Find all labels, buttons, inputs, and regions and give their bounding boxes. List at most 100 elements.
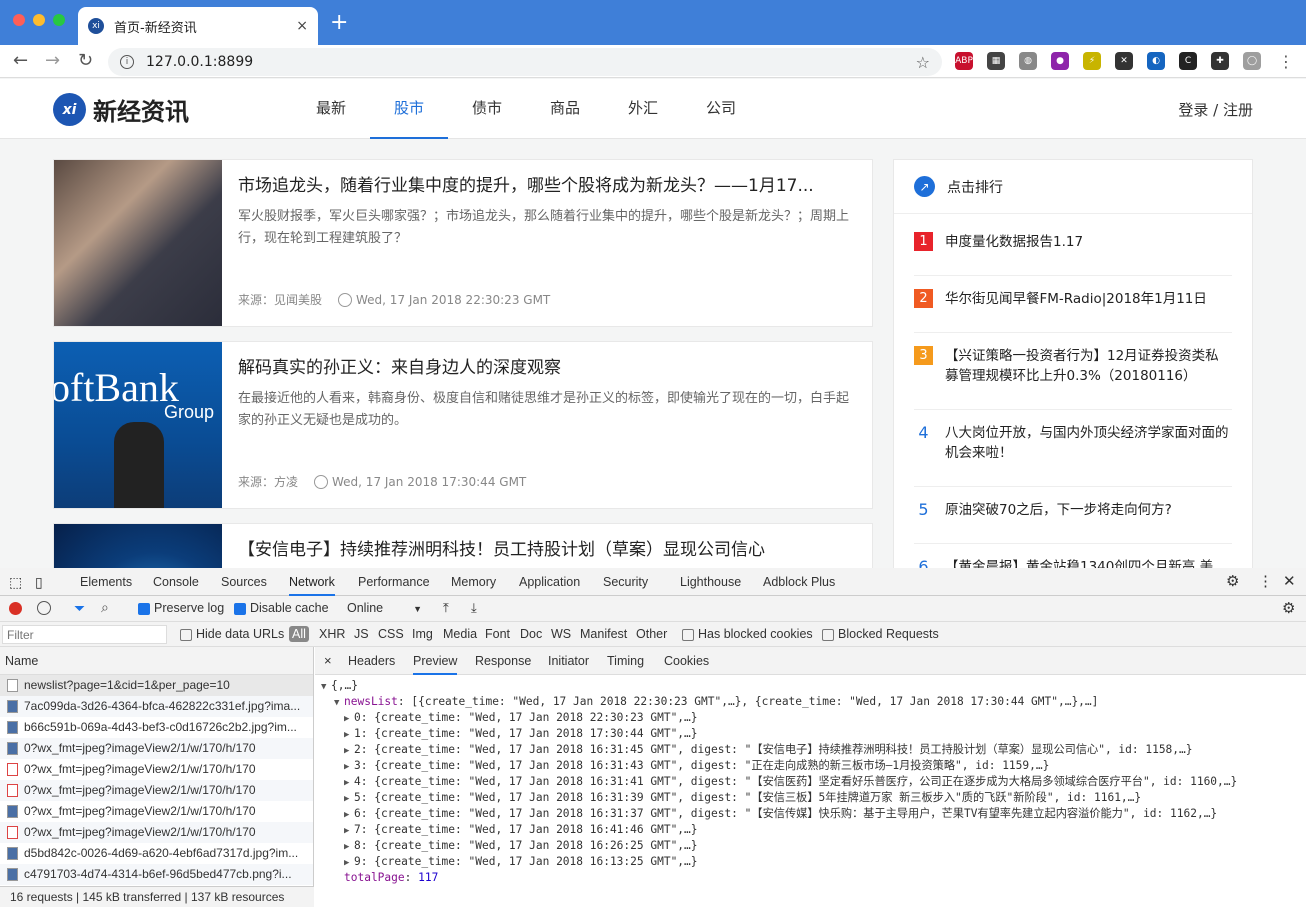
has-blocked-cookies-checkbox[interactable]: Has blocked cookies — [682, 627, 813, 641]
device-toolbar-icon[interactable]: ▯ — [35, 568, 43, 596]
tab-console[interactable]: Console — [153, 568, 199, 596]
close-devtools-icon[interactable]: ✕ — [1283, 568, 1296, 596]
clear-icon[interactable] — [37, 601, 51, 615]
name-column-header[interactable]: Name — [0, 647, 313, 675]
search-icon[interactable]: ⌕ — [101, 599, 109, 616]
url-text[interactable]: 127.0.0.1:8899 — [146, 54, 916, 70]
json-array-item[interactable]: ▶ 1: {create_time: "Wed, 17 Jan 2018 17:3… — [315, 726, 1306, 742]
adblock-icon[interactable]: ABP — [955, 52, 973, 70]
expand-triangle-icon[interactable]: ▶ — [344, 855, 354, 871]
site-info-icon[interactable]: i — [120, 55, 134, 69]
json-root[interactable]: ▼ {,…} — [315, 678, 1306, 694]
type-filter-js[interactable]: JS — [354, 627, 369, 641]
ranking-item[interactable]: 6 【黄金晨报】黄金站稳1340创四个月新高 美 — [914, 557, 1232, 568]
nav-item-commodities[interactable]: 商品 — [526, 79, 604, 139]
record-icon[interactable] — [9, 602, 22, 615]
rank-text[interactable]: 申度量化数据报告1.17 — [945, 232, 1083, 275]
settings-gear-icon[interactable]: ⚙ — [1226, 568, 1239, 596]
rank-text[interactable]: 【兴证策略一投资者行为】12月证券投资类私募管理规模环比上升0.3%（20180… — [945, 346, 1232, 409]
minimize-window-button[interactable] — [33, 14, 45, 26]
translate-icon[interactable]: ◐ — [1147, 52, 1165, 70]
request-row[interactable]: 0?wx_fmt=jpeg?imageView2/1/w/170/h/170 — [0, 759, 313, 780]
more-options-icon[interactable]: ⋮ — [1258, 568, 1273, 596]
json-array-item[interactable]: ▶ 9: {create_time: "Wed, 17 Jan 2018 16:1… — [315, 854, 1306, 870]
expand-triangle-icon[interactable]: ▶ — [344, 759, 354, 775]
inspect-element-icon[interactable]: ⬚ — [9, 568, 22, 596]
rank-text[interactable]: 华尔街见闻早餐FM-Radio|2018年1月11日 — [945, 289, 1207, 332]
detail-tab-headers[interactable]: Headers — [348, 647, 395, 675]
extension-purple-icon[interactable]: ● — [1051, 52, 1069, 70]
detail-tab-cookies[interactable]: Cookies — [664, 647, 709, 675]
bolt-icon[interactable]: ⚡ — [1083, 52, 1101, 70]
export-har-icon[interactable]: ⤓ — [471, 600, 477, 616]
tab-lighthouse[interactable]: Lighthouse — [680, 568, 741, 596]
tab-application[interactable]: Application — [519, 568, 580, 596]
address-bar[interactable]: i 127.0.0.1:8899 ☆ — [108, 48, 942, 76]
browser-tab[interactable]: xi 首页-新经资讯 × — [78, 7, 318, 45]
detail-tab-response[interactable]: Response — [475, 647, 531, 675]
detail-tab-timing[interactable]: Timing — [607, 647, 644, 675]
news-item[interactable]: 【安信电子】持续推荐洲明科技！员工持股计划（草案）显现公司信心 — [53, 523, 873, 568]
tab-elements[interactable]: Elements — [80, 568, 132, 596]
nav-item-companies[interactable]: 公司 — [682, 79, 760, 139]
close-detail-icon[interactable]: × — [324, 647, 332, 675]
x-extension-icon[interactable]: ✕ — [1115, 52, 1133, 70]
tab-network[interactable]: Network — [289, 568, 335, 596]
type-filter-css[interactable]: CSS — [378, 627, 404, 641]
type-filter-all[interactable]: All — [289, 626, 309, 642]
news-thumbnail[interactable] — [54, 160, 222, 326]
ranking-item[interactable]: 2 华尔街见闻早餐FM-Radio|2018年1月11日 — [914, 289, 1232, 333]
expand-triangle-icon[interactable]: ▼ — [334, 695, 344, 711]
news-title[interactable]: 市场追龙头，随着行业集中度的提升，哪些个股将成为新龙头？——1月17... — [238, 174, 838, 198]
request-row[interactable]: d5bd842c-0026-4d69-a620-4ebf6ad7317d.jpg… — [0, 843, 313, 864]
json-array-item[interactable]: ▶ 3: {create_time: "Wed, 17 Jan 2018 16:3… — [315, 758, 1306, 774]
network-settings-gear-icon[interactable]: ⚙ — [1282, 599, 1295, 617]
blocked-requests-checkbox[interactable]: Blocked Requests — [822, 627, 939, 641]
type-filter-font[interactable]: Font — [485, 627, 510, 641]
json-array-item[interactable]: ▶ 8: {create_time: "Wed, 17 Jan 2018 16:2… — [315, 838, 1306, 854]
json-array-item[interactable]: ▶ 4: {create_time: "Wed, 17 Jan 2018 16:3… — [315, 774, 1306, 790]
request-row[interactable]: 0?wx_fmt=jpeg?imageView2/1/w/170/h/170 — [0, 780, 313, 801]
json-newslist[interactable]: ▼ newsList: [{create_time: "Wed, 17 Jan 2… — [315, 694, 1306, 710]
filter-input[interactable] — [2, 625, 167, 644]
tab-sources[interactable]: Sources — [221, 568, 267, 596]
c-extension-icon[interactable]: C — [1179, 52, 1197, 70]
rank-text[interactable]: 原油突破70之后，下一步将走向何方? — [945, 500, 1172, 543]
news-thumbnail[interactable]: oftBank Group — [54, 342, 222, 508]
news-title[interactable]: 解码真实的孙正义：来自身边人的深度观察 — [238, 356, 838, 380]
nav-item-latest[interactable]: 最新 — [292, 79, 370, 139]
globe-icon[interactable]: ◍ — [1019, 52, 1037, 70]
type-filter-doc[interactable]: Doc — [520, 627, 542, 641]
nav-item-forex[interactable]: 外汇 — [604, 79, 682, 139]
expand-triangle-icon[interactable]: ▼ — [321, 679, 331, 695]
detail-tab-preview[interactable]: Preview — [413, 647, 458, 675]
tab-adblock-plus[interactable]: Adblock Plus — [763, 568, 835, 596]
json-array-item[interactable]: ▶ 7: {create_time: "Wed, 17 Jan 2018 16:4… — [315, 822, 1306, 838]
type-filter-manifest[interactable]: Manifest — [580, 627, 627, 641]
ranking-item[interactable]: 4 八大岗位开放，与国内外顶尖经济学家面对面的机会来啦！ — [914, 423, 1232, 487]
request-row[interactable]: c4791703-4d74-4314-b6ef-96d5bed477cb.png… — [0, 864, 313, 885]
expand-triangle-icon[interactable]: ▶ — [344, 743, 354, 759]
disable-cache-checkbox[interactable]: Disable cache — [234, 601, 329, 615]
expand-triangle-icon[interactable]: ▶ — [344, 727, 354, 743]
login-register-link[interactable]: 登录 / 注册 — [1178, 99, 1253, 120]
expand-triangle-icon[interactable]: ▶ — [344, 791, 354, 807]
request-row[interactable]: b66c591b-069a-4d43-bef3-c0d16726c2b2.jpg… — [0, 717, 313, 738]
request-row[interactable]: 0?wx_fmt=jpeg?imageView2/1/w/170/h/170 — [0, 738, 313, 759]
tab-memory[interactable]: Memory — [451, 568, 496, 596]
import-har-icon[interactable]: ⤒ — [443, 600, 449, 616]
type-filter-ws[interactable]: WS — [551, 627, 571, 641]
news-title[interactable]: 【安信电子】持续推荐洲明科技！员工持股计划（草案）显现公司信心 — [238, 538, 838, 562]
hide-data-urls-checkbox[interactable]: Hide data URLs — [180, 627, 284, 641]
qr-icon[interactable]: ▦ — [987, 52, 1005, 70]
json-array-item[interactable]: ▶ 0: {create_time: "Wed, 17 Jan 2018 22:3… — [315, 710, 1306, 726]
browser-menu-icon[interactable]: ⋮ — [1278, 52, 1294, 71]
bookmark-star-icon[interactable]: ☆ — [916, 53, 930, 72]
detail-tab-initiator[interactable]: Initiator — [548, 647, 589, 675]
json-array-item[interactable]: ▶ 5: {create_time: "Wed, 17 Jan 2018 16:3… — [315, 790, 1306, 806]
request-row[interactable]: 0?wx_fmt=jpeg?imageView2/1/w/170/h/170 — [0, 801, 313, 822]
ranking-item[interactable]: 5 原油突破70之后，下一步将走向何方? — [914, 500, 1232, 544]
tab-performance[interactable]: Performance — [358, 568, 430, 596]
news-item[interactable]: 市场追龙头，随着行业集中度的提升，哪些个股将成为新龙头？——1月17... 军火… — [53, 159, 873, 327]
news-item[interactable]: oftBank Group 解码真实的孙正义：来自身边人的深度观察 在最接近他的… — [53, 341, 873, 509]
